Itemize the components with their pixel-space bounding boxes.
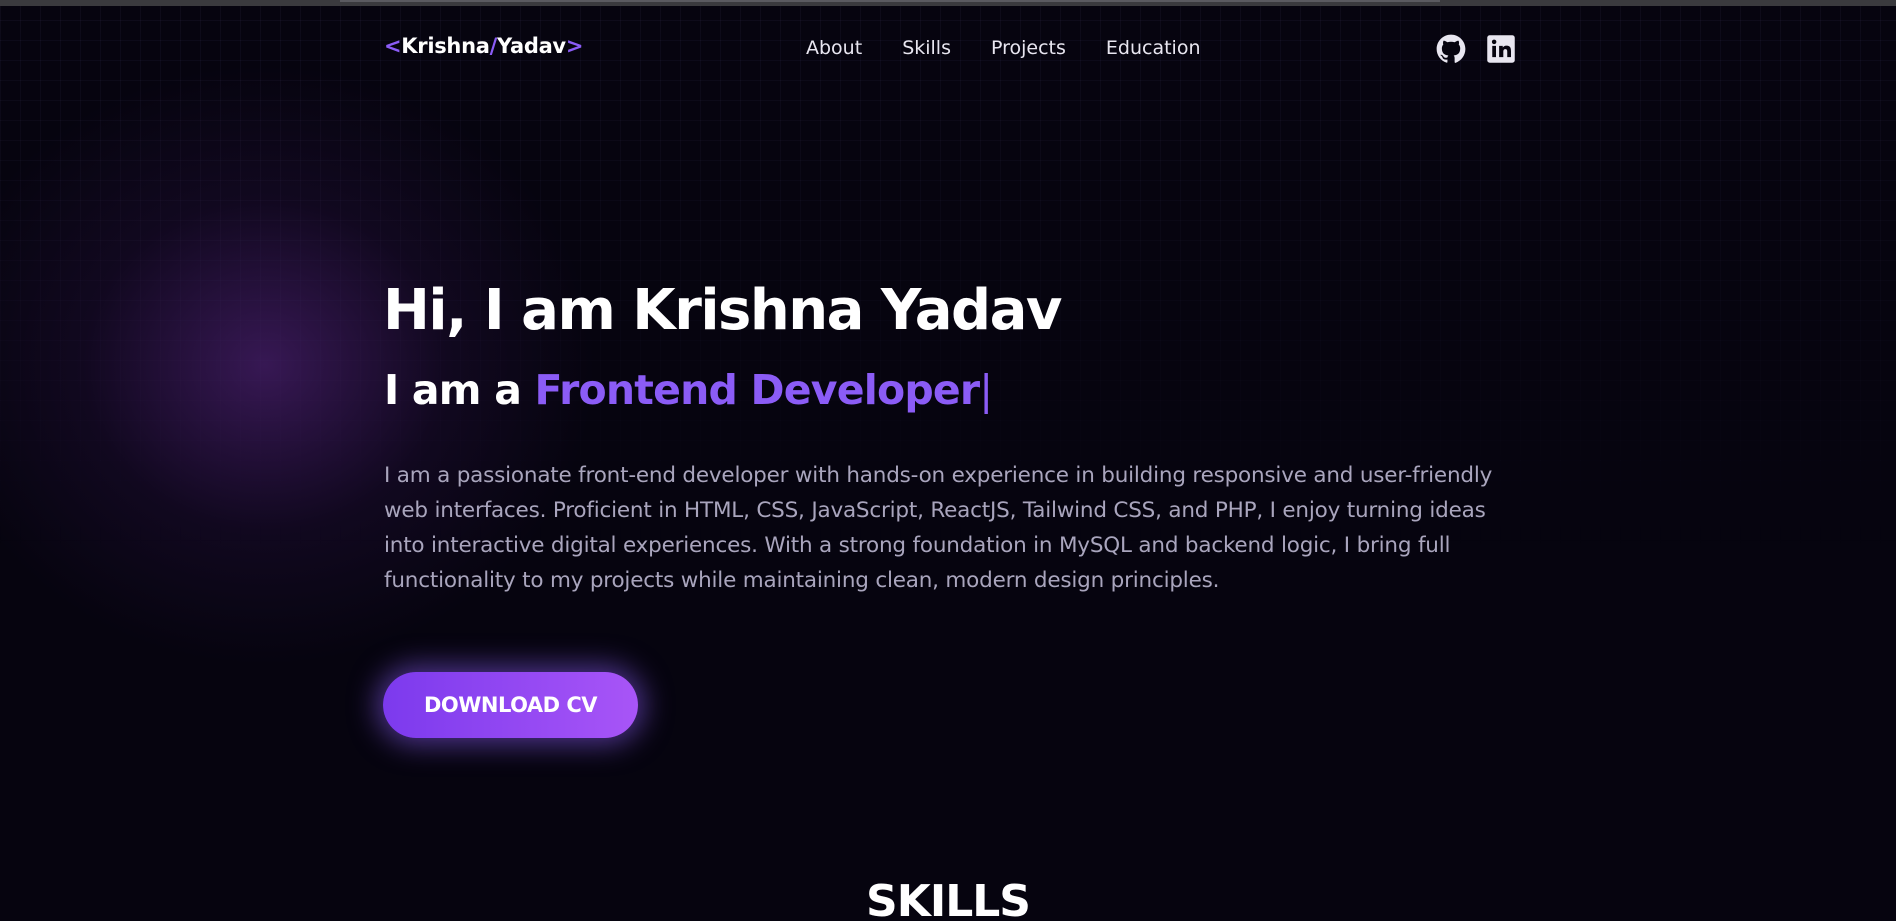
main-nav: About Skills Projects Education xyxy=(806,37,1241,59)
hero-role-typed-text: Frontend Developer xyxy=(534,366,981,414)
nav-link-education[interactable]: Education xyxy=(1106,37,1201,59)
social-links xyxy=(1436,34,1516,64)
logo-last-name: Yadav xyxy=(496,34,566,58)
linkedin-icon[interactable] xyxy=(1486,34,1516,64)
page: <Krishna/Yadav> About Skills Projects Ed… xyxy=(0,0,1896,921)
hero-description: I am a passionate front-end developer wi… xyxy=(384,463,1493,593)
github-icon[interactable] xyxy=(1436,34,1466,64)
hero-title: Hi, I am Krishna Yadav xyxy=(383,278,1062,343)
skills-section-heading: SKILLS xyxy=(866,876,1031,921)
typing-cursor: | xyxy=(979,366,993,414)
site-logo[interactable]: <Krishna/Yadav> xyxy=(384,34,583,58)
logo-close-bracket: > xyxy=(565,34,584,58)
nav-link-about[interactable]: About xyxy=(806,37,862,59)
logo-first-name: Krishna xyxy=(401,34,490,58)
hero-subtitle-prefix: I am a xyxy=(384,366,535,414)
browser-top-strip xyxy=(0,0,1896,6)
nav-link-skills[interactable]: Skills xyxy=(902,37,951,59)
browser-top-strip-highlight xyxy=(340,0,1440,2)
hero-subtitle: I am a Frontend Developer| xyxy=(384,366,993,414)
nav-link-projects[interactable]: Projects xyxy=(991,37,1066,59)
download-cv-button[interactable]: DOWNLOAD CV xyxy=(383,672,638,738)
logo-slash: / xyxy=(489,34,498,58)
logo-open-bracket: < xyxy=(384,34,402,58)
